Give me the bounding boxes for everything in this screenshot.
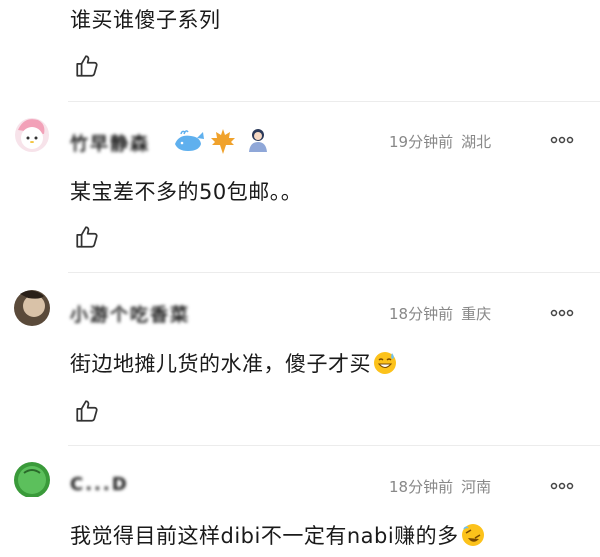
thumbs-up-icon[interactable] (74, 224, 100, 250)
thumbs-up-icon[interactable] (74, 53, 100, 79)
comment-text: 谁买谁傻子系列 (70, 8, 221, 32)
comment-location: 重庆 (461, 305, 492, 323)
person-icon (249, 129, 267, 152)
comment-meta: 18分钟前 河南 (389, 476, 499, 497)
avatar[interactable] (14, 116, 50, 154)
comment-text-content: 街边地摊儿货的水准，傻子才买 (70, 352, 371, 376)
comment-time: 18分钟前 (389, 478, 454, 496)
comment-time: 18分钟前 (389, 305, 454, 323)
divider (68, 272, 600, 273)
username[interactable]: 小游个吃香菜 (70, 301, 190, 327)
comment-text: 某宝差不多的50包邮。。 (70, 180, 303, 204)
divider (68, 101, 600, 102)
divider (68, 445, 600, 446)
whale-icon (175, 130, 204, 151)
comment-location: 湖北 (461, 133, 492, 151)
comment-text-content: 我觉得目前这样dibi不一定有nabi赚的多 (70, 524, 459, 548)
more-dots-icon[interactable] (550, 482, 574, 490)
username[interactable]: 竹早静森 (70, 130, 150, 156)
maple-leaf-icon (211, 129, 235, 154)
comment-meta: 18分钟前 重庆 (389, 303, 499, 324)
comment-time: 19分钟前 (389, 133, 454, 151)
comment-location: 河南 (461, 478, 492, 496)
more-dots-icon[interactable] (550, 136, 574, 144)
rolling-laughing-emoji (461, 524, 484, 546)
grinning-sweat-emoji (374, 352, 396, 374)
comment-meta: 19分钟前 湖北 (389, 131, 499, 152)
thumbs-up-icon[interactable] (74, 398, 100, 424)
avatar[interactable] (14, 288, 50, 326)
comment-text: 我觉得目前这样dibi不一定有nabi赚的多 (70, 520, 485, 550)
username[interactable]: C...D (70, 474, 129, 495)
comment-text: 街边地摊儿货的水准，傻子才买 (70, 348, 397, 378)
more-dots-icon[interactable] (550, 309, 574, 317)
avatar[interactable] (14, 459, 50, 497)
